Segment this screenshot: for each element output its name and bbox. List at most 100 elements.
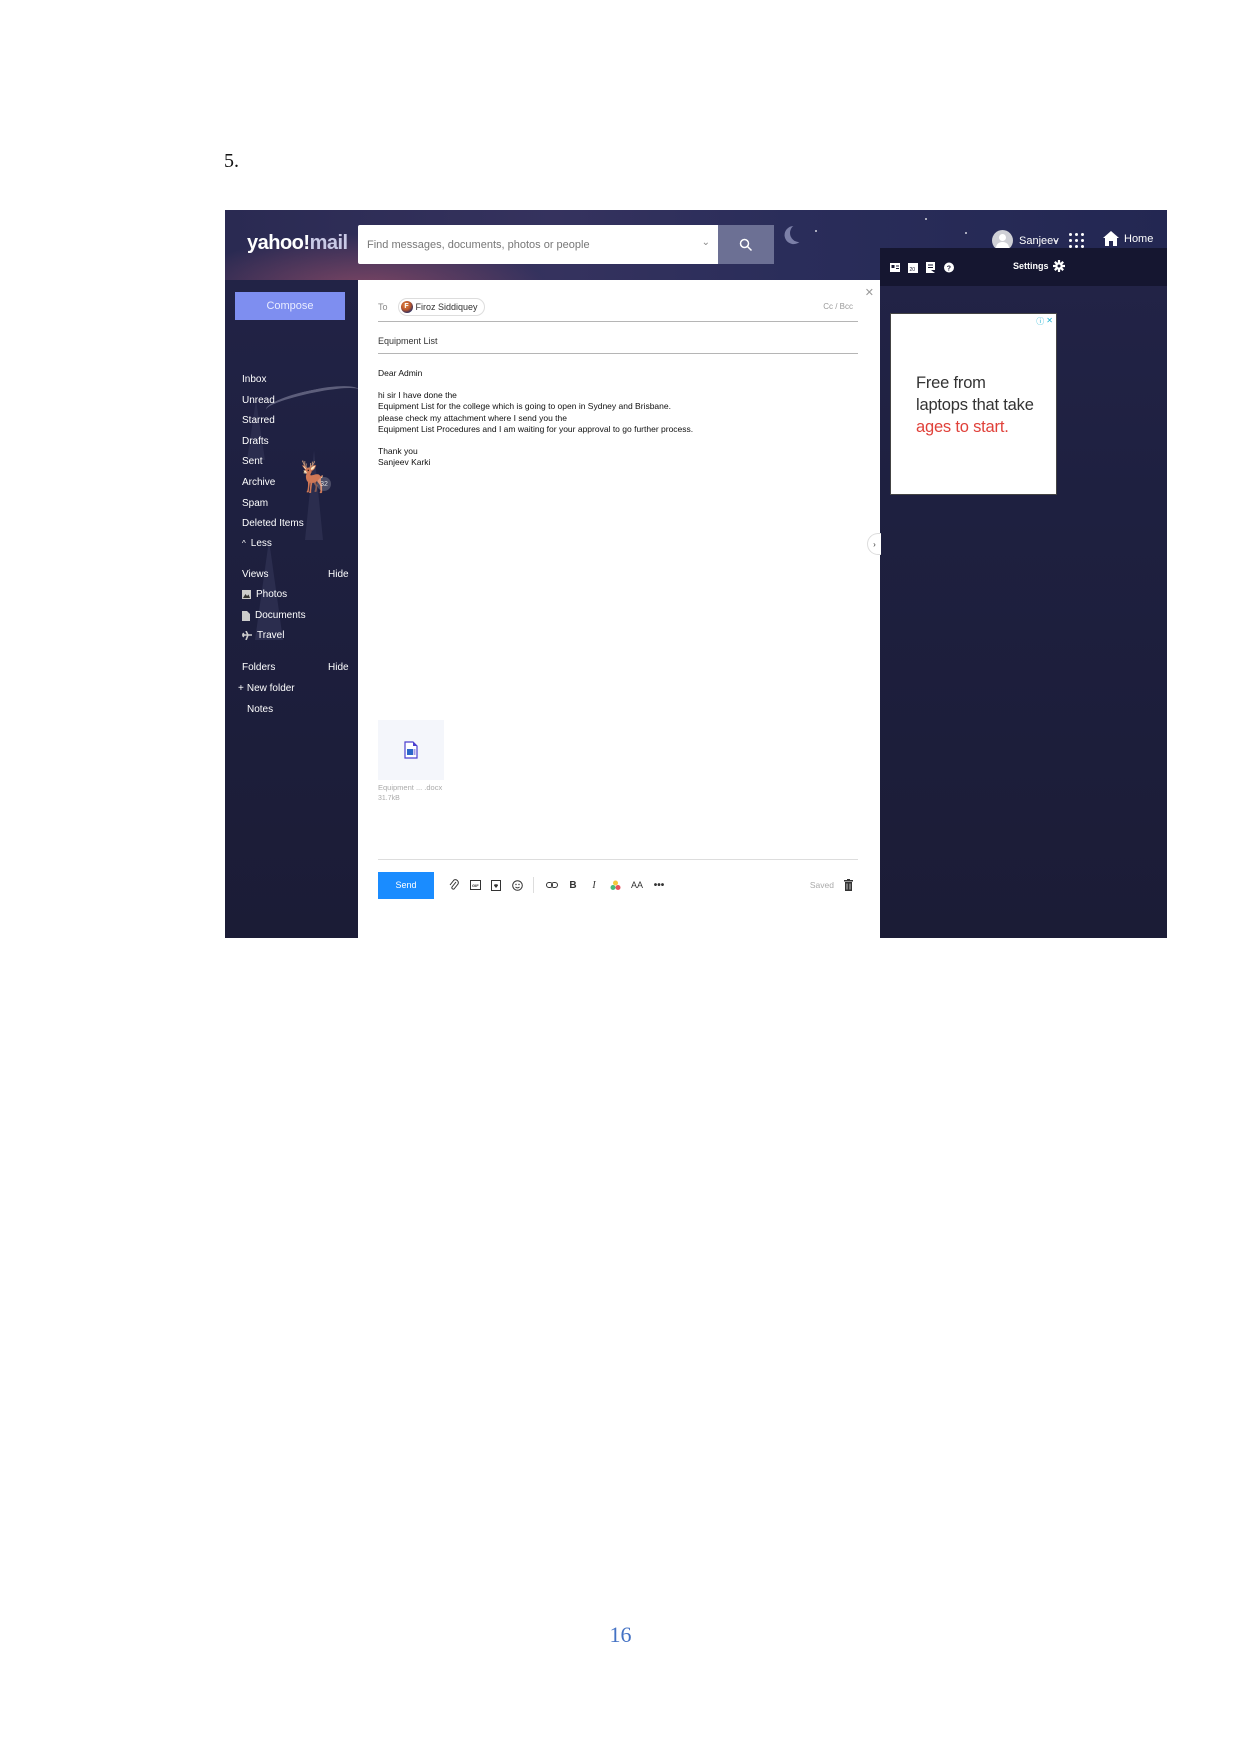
ad-close-icon[interactable]: ✕ [1046,316,1053,327]
home-label: Home [1124,232,1154,245]
advertisement[interactable]: ⓘ ✕ Free from laptops that take ages to … [890,313,1057,495]
sidebar-item-inbox[interactable]: Inbox [242,374,266,385]
folders-heading: Folders [242,662,275,673]
send-button[interactable]: Send [378,871,434,899]
recipient-avatar: F [400,300,413,313]
sidebar-item-archive[interactable]: Archive [242,477,275,488]
settings-button[interactable]: Settings [1013,260,1065,272]
sidebar: 🦌 Compose Inbox Unread Starred Drafts 32… [225,280,362,938]
ad-line: laptops that take [916,396,1034,414]
apps-grid-icon[interactable] [1069,233,1084,248]
sidebar-item-label: Documents [255,610,306,621]
color-icon[interactable] [609,878,621,892]
document-icon [242,610,250,621]
search-box[interactable]: ⌄ [358,225,718,264]
sidebar-item-deleted-items[interactable]: Deleted Items [242,518,304,529]
sidebar-item-travel[interactable]: Travel [242,630,284,641]
body-line: Equipment List for the college which is … [378,401,671,412]
folders-heading-label: Folders [242,662,276,673]
star-decoration [925,218,927,220]
ad-info-icon[interactable]: ⓘ [1036,316,1044,327]
page-number: 16 [609,1622,632,1647]
sidebar-item-drafts[interactable]: Drafts [242,436,269,447]
drafts-count-badge: 32 [317,477,331,491]
subject-text: Equipment List [378,335,438,346]
ad-badge[interactable]: ⓘ ✕ [1036,316,1053,327]
body-line: Thank you [378,446,418,457]
svg-text:GIF: GIF [472,883,479,888]
close-icon[interactable]: ✕ [865,286,874,299]
more-icon[interactable]: ••• [653,878,665,892]
sidebar-item-label: Notes [247,704,274,715]
right-panel-icons: 20 ? [890,262,954,273]
toolbar-separator [533,877,534,893]
italic-icon[interactable]: I [588,878,600,892]
compose-button[interactable]: Compose [235,292,345,320]
link-icon[interactable] [546,878,558,892]
sidebar-item-spam[interactable]: Spam [242,498,268,509]
attachment-thumbnail[interactable] [378,720,444,780]
attachment[interactable]: Equipment ... .docx 31.7kB [378,720,444,802]
search-button[interactable] [718,225,774,264]
new-folder-button[interactable]: + New folder [238,683,295,694]
sidebar-item-photos[interactable]: Photos [242,589,287,600]
sidebar-item-starred[interactable]: Starred [242,415,275,426]
body-line: Equipment List Procedures and I am waiti… [378,423,694,434]
subject-field[interactable]: Equipment List [378,328,858,354]
mountain-decoration [263,380,362,420]
sidebar-item-unread[interactable]: Unread [242,395,275,406]
photo-icon [242,590,251,599]
recipient-chip[interactable]: F Firoz Siddiquey [397,297,485,316]
word-document-icon [404,741,418,759]
sidebar-item-sent[interactable]: Sent [242,456,263,467]
cc-bcc-link[interactable]: Cc / Bcc [823,302,853,311]
sidebar-item-documents[interactable]: Documents [242,610,306,621]
search-icon [739,238,753,251]
calendar-icon[interactable]: 20 [908,262,918,273]
attachment-name: Equipment ... .docx [378,783,443,792]
gif-icon[interactable]: GIF [469,878,481,892]
font-size-icon[interactable]: AA [630,878,644,892]
sticker-icon[interactable] [490,878,502,892]
attachment-size: 31.7kB [378,795,400,802]
bold-icon[interactable]: B [567,878,579,892]
views-hide-link[interactable]: Hide [328,569,349,580]
star-decoration [965,232,967,234]
plus-icon: + [238,683,244,694]
emoji-icon[interactable] [511,878,523,892]
star-decoration [815,230,817,232]
folders-hide-link[interactable]: Hide [328,662,349,673]
sidebar-item-label: Photos [256,589,288,600]
attach-icon[interactable] [448,878,460,892]
gear-icon [1052,260,1065,272]
trash-icon[interactable] [844,878,853,896]
svg-text:?: ? [947,265,951,272]
search-input[interactable] [367,238,687,251]
logo-yahoo-text: yahoo! [247,232,310,254]
sidebar-item-less[interactable]: ^ Less [242,538,272,549]
sidebar-item-notes[interactable]: Notes [247,704,273,715]
home-button[interactable]: Home [1103,231,1153,246]
recipient-name: Firoz Siddiquey [415,301,478,312]
chevron-down-icon[interactable]: ⌄ [702,237,710,248]
contacts-icon[interactable] [890,262,900,273]
notepad-icon[interactable] [926,262,936,273]
sidebar-item-label: Starred [242,415,275,426]
sidebar-item-label: Unread [242,395,275,406]
chevron-right-icon: › [873,539,876,549]
logo-mail-text: mail [309,232,349,254]
sidebar-item-label: Archive [242,477,276,488]
message-body[interactable]: Dear Admin hi sir I have done the Equipm… [378,368,858,468]
body-line: Dear Admin [378,368,423,378]
sidebar-item-label: Drafts [242,436,269,447]
help-icon[interactable]: ? [944,262,954,273]
yahoo-mail-logo[interactable]: yahoo!mail [247,232,348,255]
step-number: 5. [224,150,239,172]
to-field[interactable]: To F Firoz Siddiquey Cc / Bcc [378,292,858,322]
body-line: Sanjeev Karki [378,457,431,468]
views-heading: Views [242,569,269,580]
ad-text: Free from laptops that take ages to star… [916,372,1034,438]
body-line: please check my attachment where I send … [378,412,567,423]
compose-pane: ✕ To F Firoz Siddiquey Cc / Bcc Equipmen… [358,280,880,938]
user-name: Sanjeev [1019,234,1059,247]
